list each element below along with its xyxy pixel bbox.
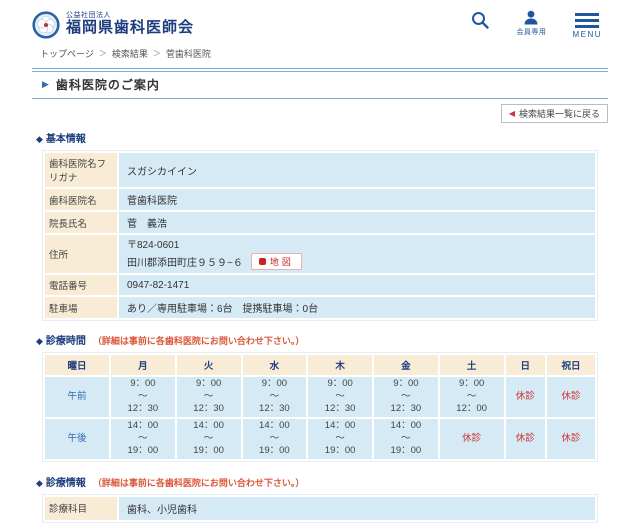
association-emblem-icon: [32, 11, 60, 39]
clinic-name-label: 歯科医院名: [45, 189, 117, 210]
section-diamond-icon: ◆: [36, 134, 43, 145]
subjects-value: 歯科、小児歯科: [119, 497, 595, 520]
table-row-address: 住所 〒824-0601 田川郡添田町庄９５９−６ 地図: [45, 235, 595, 273]
morning-fri: 9：00 ～ 12：30: [374, 377, 438, 417]
person-icon: [523, 10, 539, 25]
furigana-label: 歯科医院名フリガナ: [45, 153, 117, 187]
director-value: 菅 義浩: [119, 212, 595, 233]
phone-label: 電話番号: [45, 275, 117, 295]
afternoon-holiday: 休診: [547, 419, 595, 459]
morning-holiday: 休診: [547, 377, 595, 417]
search-icon: [470, 10, 490, 30]
subjects-label: 診療科目: [45, 497, 117, 520]
clinic-name-value: 菅歯科医院: [119, 189, 595, 210]
map-button-label: 地図: [270, 255, 294, 268]
address-street: 田川郡添田町庄９５９−６: [127, 254, 243, 269]
back-to-results-label: 検索結果一覧に戻る: [519, 107, 600, 120]
address-postal-code: 〒824-0601: [127, 238, 587, 253]
table-row-furigana: 歯科医院名フリガナ スガシカイイン: [45, 153, 595, 187]
hours-col-thu: 木: [308, 355, 372, 375]
afternoon-row-label: 午後: [45, 419, 109, 459]
menu-button[interactable]: MENU: [572, 10, 602, 39]
treatment-table: 診療科目 歯科、小児歯科: [42, 494, 598, 523]
morning-sun: 休診: [506, 377, 546, 417]
hours-header-row: 曜日 月 火 水 木 金 土 日 祝日: [45, 355, 595, 375]
basic-info-section-title: 基本情報: [46, 130, 86, 145]
hours-section-title: 診療時間: [46, 332, 86, 347]
hours-col-tue: 火: [177, 355, 241, 375]
member-login-label: 会員専用: [516, 27, 546, 37]
member-login-button[interactable]: 会員専用: [516, 10, 546, 37]
map-button[interactable]: 地図: [251, 253, 302, 270]
morning-thu: 9：00 ～ 12：30: [308, 377, 372, 417]
search-button[interactable]: [470, 10, 490, 30]
table-row-clinic-name: 歯科医院名 菅歯科医院: [45, 189, 595, 210]
table-row-parking: 駐車場 あり／専用駐車場：6台 提携駐車場：0台: [45, 297, 595, 318]
site-header: 公益社団法人 福岡県歯科医師会 会員専用 MENU: [0, 0, 640, 46]
afternoon-sat: 休診: [440, 419, 504, 459]
hours-col-fri: 金: [374, 355, 438, 375]
table-row-subjects: 診療科目 歯科、小児歯科: [45, 497, 595, 520]
table-row-phone: 電話番号 0947-82-1471: [45, 275, 595, 295]
hours-col-day: 曜日: [45, 355, 109, 375]
furigana-value: スガシカイイン: [119, 153, 595, 187]
hours-col-wed: 水: [243, 355, 307, 375]
map-pin-icon: [259, 258, 266, 265]
org-name-title: 福岡県歯科医師会: [66, 20, 194, 37]
afternoon-fri: 14：00 ～ 19：00: [374, 419, 438, 459]
header-actions: 会員専用 MENU: [470, 10, 602, 39]
afternoon-tue: 14：00 ～ 19：00: [177, 419, 241, 459]
back-to-results-button[interactable]: ◀ 検索結果一覧に戻る: [501, 104, 608, 123]
morning-wed: 9：00 ～ 12：30: [243, 377, 307, 417]
afternoon-sun: 休診: [506, 419, 546, 459]
afternoon-thu: 14：00 ～ 19：00: [308, 419, 372, 459]
address-cell: 〒824-0601 田川郡添田町庄９５９−６ 地図: [119, 235, 595, 273]
breadcrumb-current-page: 菅歯科医院: [166, 47, 211, 60]
basic-info-section-heading: ◆ 基本情報: [32, 130, 608, 145]
morning-tue: 9：00 ～ 12：30: [177, 377, 241, 417]
page-title-bar: ▶ 歯科医院のご案内: [32, 68, 608, 99]
morning-mon: 9：00 ～ 12：30: [111, 377, 175, 417]
morning-sat: 9：00 ～ 12：00: [440, 377, 504, 417]
hours-col-sun: 日: [506, 355, 546, 375]
hours-col-holiday: 祝日: [547, 355, 595, 375]
hours-table: 曜日 月 火 水 木 金 土 日 祝日 午前 9：00 ～ 12：30 9：00…: [42, 352, 598, 462]
back-row: ◀ 検索結果一覧に戻る: [32, 104, 608, 123]
hours-section-note: （詳細は事前に各歯科医院にお問い合わせ下さい。）: [93, 334, 305, 347]
hours-col-sat: 土: [440, 355, 504, 375]
section-diamond-icon: ◆: [36, 478, 43, 489]
breadcrumb-search-results-link[interactable]: 検索結果: [112, 47, 148, 60]
back-arrow-icon: ◀: [509, 109, 515, 118]
afternoon-wed: 14：00 ～ 19：00: [243, 419, 307, 459]
treatment-section-note: （詳細は事前に各歯科医院にお問い合わせ下さい。）: [93, 476, 305, 489]
parking-value: あり／専用駐車場：6台 提携駐車場：0台: [119, 297, 595, 318]
site-logo[interactable]: 公益社団法人 福岡県歯科医師会: [32, 11, 194, 39]
breadcrumb-separator: ＞: [153, 48, 161, 59]
director-label: 院長氏名: [45, 212, 117, 233]
breadcrumb-separator: ＞: [99, 48, 107, 59]
basic-info-table: 歯科医院名フリガナ スガシカイイン 歯科医院名 菅歯科医院 院長氏名 菅 義浩 …: [42, 150, 598, 321]
hours-row-afternoon: 午後 14：00 ～ 19：00 14：00 ～ 19：00 14：00 ～ 1…: [45, 419, 595, 459]
address-label: 住所: [45, 235, 117, 273]
hours-row-morning: 午前 9：00 ～ 12：30 9：00 ～ 12：30 9：00 ～ 12：3…: [45, 377, 595, 417]
title-arrow-icon: ▶: [42, 79, 49, 90]
phone-value: 0947-82-1471: [119, 275, 595, 295]
hamburger-icon: [575, 10, 599, 28]
breadcrumb-home-link[interactable]: トップページ: [40, 47, 94, 60]
hours-col-mon: 月: [111, 355, 175, 375]
afternoon-mon: 14：00 ～ 19：00: [111, 419, 175, 459]
treatment-section-heading: ◆ 診療情報 （詳細は事前に各歯科医院にお問い合わせ下さい。）: [32, 474, 608, 489]
page-title: 歯科医院のご案内: [56, 76, 160, 93]
treatment-section-title: 診療情報: [46, 474, 86, 489]
table-row-director: 院長氏名 菅 義浩: [45, 212, 595, 233]
breadcrumb: トップページ ＞ 検索結果 ＞ 菅歯科医院: [0, 47, 640, 60]
section-diamond-icon: ◆: [36, 336, 43, 347]
hours-section-heading: ◆ 診療時間 （詳細は事前に各歯科医院にお問い合わせ下さい。）: [32, 332, 608, 347]
menu-label: MENU: [572, 30, 602, 39]
parking-label: 駐車場: [45, 297, 117, 318]
morning-row-label: 午前: [45, 377, 109, 417]
main-content: ▶ 歯科医院のご案内 ◀ 検索結果一覧に戻る ◆ 基本情報 歯科医院名フリガナ …: [0, 68, 640, 523]
